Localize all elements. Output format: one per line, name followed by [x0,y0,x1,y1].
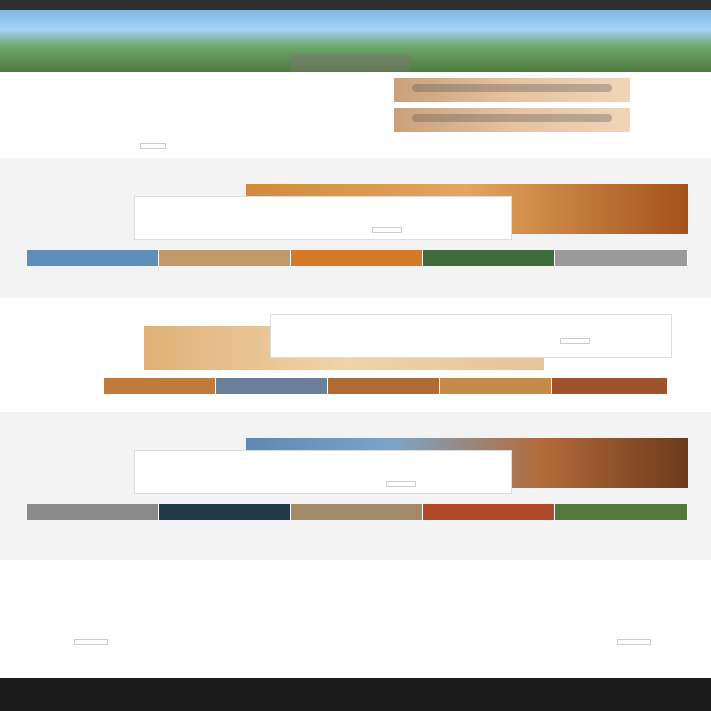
hero-banner [0,10,711,72]
thumb[interactable] [291,250,423,266]
thumb[interactable] [555,504,688,520]
section-2-thumbs [104,378,668,394]
section-3-more-button[interactable] [386,481,416,487]
contact-row [60,639,651,645]
thumb[interactable] [104,378,216,394]
contact-button-1[interactable] [74,639,108,645]
thumb[interactable] [552,378,668,394]
thumb[interactable] [159,504,291,520]
section-3-panel [134,450,512,494]
thumb[interactable] [27,504,159,520]
section-3-thumbs [27,504,688,520]
thumb[interactable] [216,378,328,394]
contact-item-2 [603,639,651,645]
thumb[interactable] [440,378,552,394]
thumb[interactable] [328,378,440,394]
thumb[interactable] [27,250,159,266]
section-1-panel [134,196,512,240]
hero-road [290,54,410,72]
section-2-panel [270,314,672,358]
topbar [0,0,711,10]
intro-image-2 [394,108,630,132]
thumb[interactable] [423,250,555,266]
section-2 [0,298,711,412]
intro-section [0,72,711,158]
footer [0,678,711,711]
thumb[interactable] [159,250,291,266]
contact-item-1 [60,639,108,645]
section-1 [0,158,711,298]
thumb[interactable] [555,250,688,266]
intro-button[interactable] [140,143,166,149]
section-2-more-button[interactable] [560,338,590,344]
contact-button-2[interactable] [617,639,651,645]
thumb[interactable] [423,504,555,520]
section-1-thumbs [27,250,688,266]
intro-image-1 [394,78,630,102]
thumb[interactable] [291,504,423,520]
section-1-more-button[interactable] [372,227,402,233]
message-section [0,560,711,670]
section-3 [0,412,711,560]
